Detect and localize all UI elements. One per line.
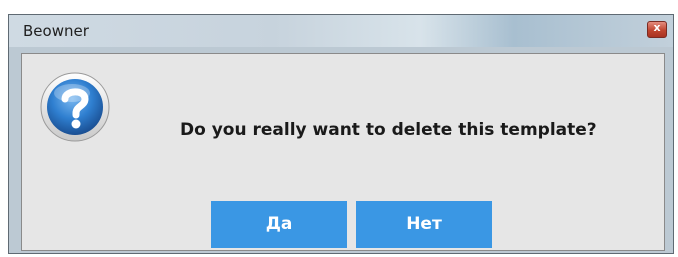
no-button[interactable]: Нет <box>356 201 492 248</box>
yes-button[interactable]: Да <box>211 201 347 248</box>
dialog-message: Do you really want to delete this templa… <box>180 120 597 140</box>
question-icon <box>39 71 111 143</box>
dialog-window: Beowner x Do you really want to delete t… <box>8 14 674 254</box>
title-bar[interactable]: Beowner x <box>9 15 673 47</box>
close-icon: x <box>653 21 661 34</box>
close-button[interactable]: x <box>647 21 667 38</box>
window-title: Beowner <box>23 22 89 40</box>
dialog-body: Do you really want to delete this templa… <box>21 53 665 251</box>
